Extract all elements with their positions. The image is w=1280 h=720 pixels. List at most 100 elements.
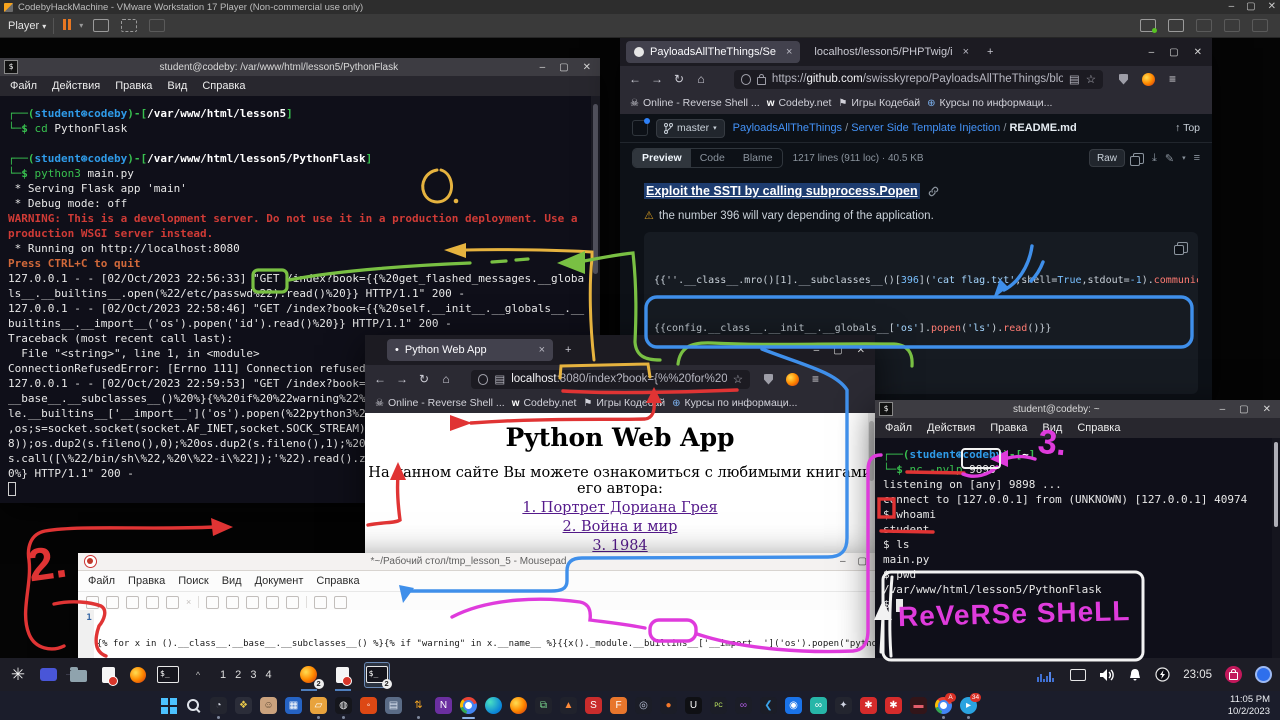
taskbar-icon-contact[interactable]: ☺ [260, 697, 277, 714]
workspace-switcher[interactable]: 1 2 3 4 [220, 669, 275, 681]
taskbar-icon-kdenlive[interactable]: ⧉ [535, 697, 552, 714]
tab-close-icon[interactable]: × [786, 46, 792, 58]
forward-button[interactable]: → [391, 372, 413, 386]
tab-python-web-app[interactable]: • Python Web App × [387, 339, 553, 361]
reader-mode-icon[interactable]: ▤ [1069, 72, 1080, 86]
privacy-shield-icon[interactable] [1119, 74, 1128, 85]
taskbar-icon-maps-app[interactable]: ◉ [785, 697, 802, 714]
taskbar-icon-calendar[interactable]: ▦ [285, 697, 302, 714]
taskbar-icon-s-app[interactable]: S [585, 697, 602, 714]
minimize-button[interactable]: – [540, 62, 546, 73]
taskbar-icon-pycharm[interactable]: PC [710, 697, 727, 714]
bookmark-games[interactable]: ⚑Игры Кодебай [838, 97, 920, 109]
taskbar-icon-dark-app[interactable]: ◎ [635, 697, 652, 714]
bookmark-games[interactable]: ⚑Игры Кодебай [583, 397, 665, 409]
taskbar-icon-color-app[interactable]: ❖ [235, 697, 252, 714]
home-button[interactable]: ⌂ [435, 372, 457, 386]
terminal-launcher[interactable]: $_ [156, 663, 180, 687]
notifications-bell-icon[interactable] [1128, 668, 1142, 682]
bookmark-courses[interactable]: ⊕Курсы по информаци... [927, 97, 1052, 109]
tab-preview[interactable]: Preview [633, 149, 691, 167]
bookmark-star-icon[interactable]: ☆ [733, 372, 743, 386]
task-mousepad[interactable] [331, 663, 355, 687]
terminal-flask-titlebar[interactable]: $ student@codeby: /var/www/html/lesson5/… [0, 58, 600, 76]
forward-button[interactable]: → [646, 72, 668, 86]
bookmark-star-icon[interactable]: ☆ [1086, 72, 1096, 86]
menu-item[interactable]: Вид [167, 80, 187, 92]
copy-code-icon[interactable] [1177, 242, 1188, 253]
taskbar-icon-onenote[interactable]: N [435, 697, 452, 714]
reload-button[interactable]: ↻ [413, 372, 435, 386]
back-button[interactable]: ← [369, 372, 391, 386]
fullscreen-icon[interactable] [121, 19, 137, 32]
vmware-close-button[interactable]: ✕ [1268, 1, 1276, 12]
menu-item[interactable]: Правка [990, 422, 1027, 434]
maximize-button[interactable]: ▢ [559, 62, 568, 73]
minimize-button[interactable]: – [1149, 47, 1155, 58]
bookmark-reverse-shell[interactable]: ☠Online - Reverse Shell ... [375, 397, 505, 409]
maximize-button[interactable]: ▢ [1169, 47, 1178, 58]
vm-devices-icon[interactable] [1140, 19, 1156, 32]
new-doc-icon[interactable] [86, 596, 99, 609]
save-icon[interactable] [126, 596, 139, 609]
menu-item[interactable]: Файл [10, 80, 37, 92]
reload-button[interactable]: ↻ [668, 72, 690, 86]
app-menu-button[interactable]: ≡ [812, 372, 819, 386]
menu-item[interactable]: Справка [1077, 422, 1120, 434]
branch-selector[interactable]: master▾ [656, 119, 725, 138]
redo-icon[interactable] [226, 596, 239, 609]
tab-code[interactable]: Code [691, 149, 734, 167]
file-tree-toggle-icon[interactable] [632, 120, 648, 136]
taskbar-icon-vmware[interactable]: ▤ [385, 697, 402, 714]
taskbar-icon-carrot-app[interactable]: ▲ [560, 697, 577, 714]
menu-item[interactable]: Документ [255, 575, 304, 587]
close-button[interactable]: ✕ [1194, 47, 1202, 58]
new-tab-button[interactable]: + [987, 46, 993, 58]
bookmark-codeby[interactable]: wCodeby.net [512, 397, 577, 409]
replace-icon[interactable] [334, 596, 347, 609]
mousepad-launcher[interactable] [96, 663, 120, 687]
session-indicator-icon[interactable] [1255, 666, 1272, 683]
tab-close-icon[interactable]: × [539, 344, 545, 356]
tab-localhost-phptwig[interactable]: localhost/lesson5/PHPTwig/i × [806, 41, 977, 63]
player-menu-button[interactable]: Player ▾ [8, 20, 46, 32]
raw-button[interactable]: Raw [1089, 149, 1125, 167]
maximize-button[interactable]: ▢ [858, 556, 867, 567]
taskbar-icon-arrows-app[interactable]: ⇅ [410, 697, 427, 714]
bookmark-reverse-shell[interactable]: ☠Online - Reverse Shell ... [630, 97, 760, 109]
taskbar-icon-chrome[interactable] [460, 697, 477, 714]
vmware-restore-button[interactable]: ▢ [1246, 1, 1255, 12]
taskbar-icon-visual-studio[interactable]: ∞ [735, 697, 752, 714]
menu-item[interactable]: Справка [316, 575, 359, 587]
task-terminal[interactable]: $_2 [365, 663, 389, 687]
firefox-account-icon[interactable] [786, 373, 799, 386]
firefox-launcher[interactable] [126, 663, 150, 687]
firefox-account-icon[interactable] [1142, 73, 1155, 86]
vmware-minimize-button[interactable]: – [1229, 1, 1235, 12]
edit-pencil-icon[interactable]: ✎ [1165, 152, 1174, 165]
taskbar-icon-swirl-app[interactable]: ✦ [835, 697, 852, 714]
cpu-graph-icon[interactable] [1037, 668, 1057, 682]
taskbar-icon-search[interactable] [185, 697, 202, 714]
maximize-button[interactable]: ▢ [833, 345, 842, 356]
outline-icon[interactable]: ≡ [1194, 152, 1200, 164]
taskbar-icon-chrome-profile[interactable]: A [935, 697, 952, 714]
menu-item[interactable]: Файл [88, 575, 115, 587]
menu-item[interactable]: Действия [927, 422, 975, 434]
home-button[interactable]: ⌂ [690, 72, 712, 86]
paste-icon[interactable] [286, 596, 299, 609]
tab-close-icon[interactable]: × [963, 46, 969, 58]
back-to-top-link[interactable]: ↑ Top [1175, 122, 1200, 134]
taskbar-icon-edge[interactable] [485, 697, 502, 714]
menu-item[interactable]: Вид [222, 575, 242, 587]
task-firefox[interactable]: 2 [297, 663, 321, 687]
minimize-button[interactable]: – [814, 345, 820, 356]
taskbar-icon-vscode[interactable]: ❮ [760, 697, 777, 714]
bookmark-codeby[interactable]: wCodeby.net [767, 97, 832, 109]
terminal-scrollbar[interactable] [1272, 438, 1280, 658]
tab-payloadsallthethings[interactable]: PayloadsAllTheThings/Se × [626, 41, 800, 63]
new-tab-button[interactable]: + [565, 344, 571, 356]
close-doc-icon[interactable] [166, 596, 179, 609]
taskbar-icon-camera-app[interactable]: ◍ [335, 697, 352, 714]
maximize-button[interactable]: ▢ [1239, 404, 1248, 415]
